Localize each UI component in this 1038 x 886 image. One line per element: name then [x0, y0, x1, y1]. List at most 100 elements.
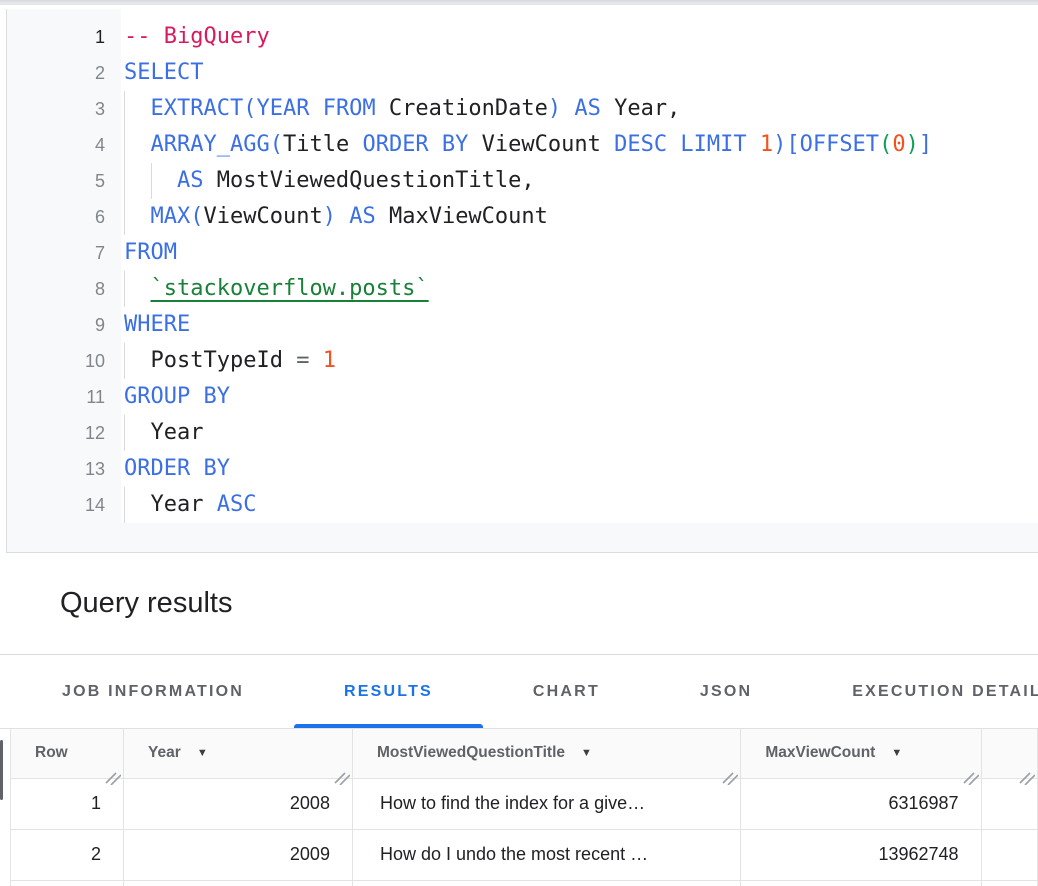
code-token: `stackoverflow.posts` — [151, 276, 429, 301]
line-number: 3 — [7, 91, 121, 127]
code-line[interactable]: MAX(ViewCount) AS MaxViewCount — [121, 199, 1038, 235]
code-token: 1 — [760, 132, 773, 157]
code-line[interactable]: SELECT — [121, 55, 1038, 91]
code-line[interactable]: GROUP BY — [121, 379, 1038, 415]
code-token: ) — [548, 96, 561, 121]
sort-caret-icon[interactable]: ▼ — [891, 747, 902, 759]
tab-chart[interactable]: CHART — [483, 655, 650, 728]
column-resize-grip[interactable] — [334, 769, 350, 785]
tab-label: JOB INFORMATION — [62, 683, 244, 701]
indent-guide — [124, 163, 125, 199]
column-header-maxviewcount[interactable]: MaxViewCount▼ — [741, 729, 981, 778]
code-line[interactable]: -- BigQuery — [121, 19, 1038, 55]
tab-label: EXECUTION DETAILS — [852, 683, 1038, 701]
code-token: PostTypeId — [124, 348, 296, 373]
cell-mostviewedquestiontitle — [352, 880, 740, 886]
code-token: ViewCount — [468, 132, 614, 157]
code-token: ) — [323, 204, 336, 229]
code-token: -- BigQuery — [124, 24, 270, 49]
column-resize-grip[interactable] — [1019, 769, 1035, 785]
results-grid-area: RowYear▼MostViewedQuestionTitle▼MaxViewC… — [0, 729, 1038, 886]
code-token: AS — [349, 204, 376, 229]
column-header-row: Row — [11, 729, 124, 778]
column-resize-grip[interactable] — [722, 769, 738, 785]
tab-results[interactable]: RESULTS — [294, 655, 483, 728]
column-resize-grip[interactable] — [105, 769, 121, 785]
line-number: 4 — [7, 127, 121, 163]
column-header-extra — [981, 729, 1037, 778]
code-token: ORDER BY — [124, 456, 230, 481]
line-number: 5 — [7, 163, 121, 199]
code-line[interactable]: `stackoverflow.posts` — [121, 271, 1038, 307]
indent-guide — [124, 91, 125, 127]
cell-maxviewcount: 13962748 — [741, 829, 981, 880]
code-token: OFFSET — [800, 132, 879, 157]
column-header-mostviewedquestiontitle[interactable]: MostViewedQuestionTitle ▼ — [352, 729, 740, 778]
code-token: 1 — [323, 348, 336, 373]
code-token: ( — [243, 96, 256, 121]
results-table: RowYear▼MostViewedQuestionTitle▼MaxViewC… — [10, 729, 1038, 886]
code-token: WHERE — [124, 312, 190, 337]
column-header-label: MostViewedQuestionTitle — [377, 744, 565, 761]
column-resize-grip[interactable] — [963, 769, 979, 785]
tab-label: CHART — [533, 683, 600, 701]
code-line[interactable]: FROM — [121, 235, 1038, 271]
line-number: 7 — [7, 235, 121, 271]
scrollbar-thumb[interactable] — [0, 740, 3, 800]
code-token: ORDER BY — [362, 132, 468, 157]
table-row: 22009How do I undo the most recent …1396… — [11, 829, 1038, 880]
sort-caret-icon[interactable]: ▼ — [581, 747, 592, 759]
code-line[interactable]: Year ASC — [121, 487, 1038, 523]
code-line[interactable]: Year — [121, 415, 1038, 451]
code-token: ARRAY_AGG — [151, 132, 270, 157]
code-token: ) — [906, 132, 919, 157]
cell-row — [11, 880, 124, 886]
cell-row: 2 — [11, 829, 124, 880]
code-token — [124, 132, 151, 157]
line-number: 11 — [7, 379, 121, 415]
tab-job-information[interactable]: JOB INFORMATION — [12, 655, 294, 728]
indent-guide — [124, 343, 125, 379]
code-token: )[ — [773, 132, 800, 157]
line-number: 14 — [7, 487, 121, 523]
line-number: 13 — [7, 451, 121, 487]
code-line[interactable]: PostTypeId = 1 — [121, 343, 1038, 379]
cell-year — [124, 880, 353, 886]
code-line[interactable]: AS MostViewedQuestionTitle, — [121, 163, 1038, 199]
sort-caret-icon[interactable]: ▼ — [197, 747, 208, 759]
code-token: FROM — [124, 240, 177, 265]
code-token: ( — [190, 204, 203, 229]
sql-editor[interactable]: 1234567891011121314 -- BigQuerySELECT EX… — [6, 9, 1038, 553]
editor-code-area[interactable]: -- BigQuery SELECT EXTRACT(YEAR FROM Crea… — [121, 9, 1038, 523]
code-token: SELECT — [124, 60, 203, 85]
column-header-label: Year — [148, 744, 181, 761]
indent-guide — [124, 127, 125, 163]
code-token: ( — [270, 132, 283, 157]
indent-guide — [124, 271, 125, 307]
code-token: MaxViewCount — [376, 204, 548, 229]
column-header-label: Row — [35, 744, 68, 761]
line-number: 8 — [7, 271, 121, 307]
code-line[interactable]: EXTRACT(YEAR FROM CreationDate) AS Year, — [121, 91, 1038, 127]
column-header-year[interactable]: Year ▼ — [124, 729, 353, 778]
tab-json[interactable]: JSON — [650, 655, 802, 728]
cell-extra — [981, 880, 1037, 886]
cell-row: 1 — [11, 778, 124, 829]
code-line[interactable]: ARRAY_AGG(Title ORDER BY ViewCount DESC … — [121, 127, 1038, 163]
code-token — [747, 132, 760, 157]
cell-mostviewedquestiontitle: How to find the index for a give… — [352, 778, 740, 829]
tab-execution-details[interactable]: EXECUTION DETAILS — [802, 655, 1038, 728]
code-token: EXTRACT — [151, 96, 244, 121]
code-line[interactable]: WHERE — [121, 307, 1038, 343]
code-token — [561, 96, 574, 121]
cell-year: 2008 — [124, 778, 353, 829]
code-line[interactable]: ORDER BY — [121, 451, 1038, 487]
line-number: 6 — [7, 199, 121, 235]
code-token: Year, — [601, 96, 680, 121]
indent-guide — [151, 163, 152, 199]
table-header-row: RowYear▼MostViewedQuestionTitle▼MaxViewC… — [11, 729, 1038, 778]
code-token: GROUP BY — [124, 384, 230, 409]
cell-extra — [981, 829, 1037, 880]
code-token: ViewCount — [204, 204, 323, 229]
code-token: DESC LIMIT — [614, 132, 746, 157]
